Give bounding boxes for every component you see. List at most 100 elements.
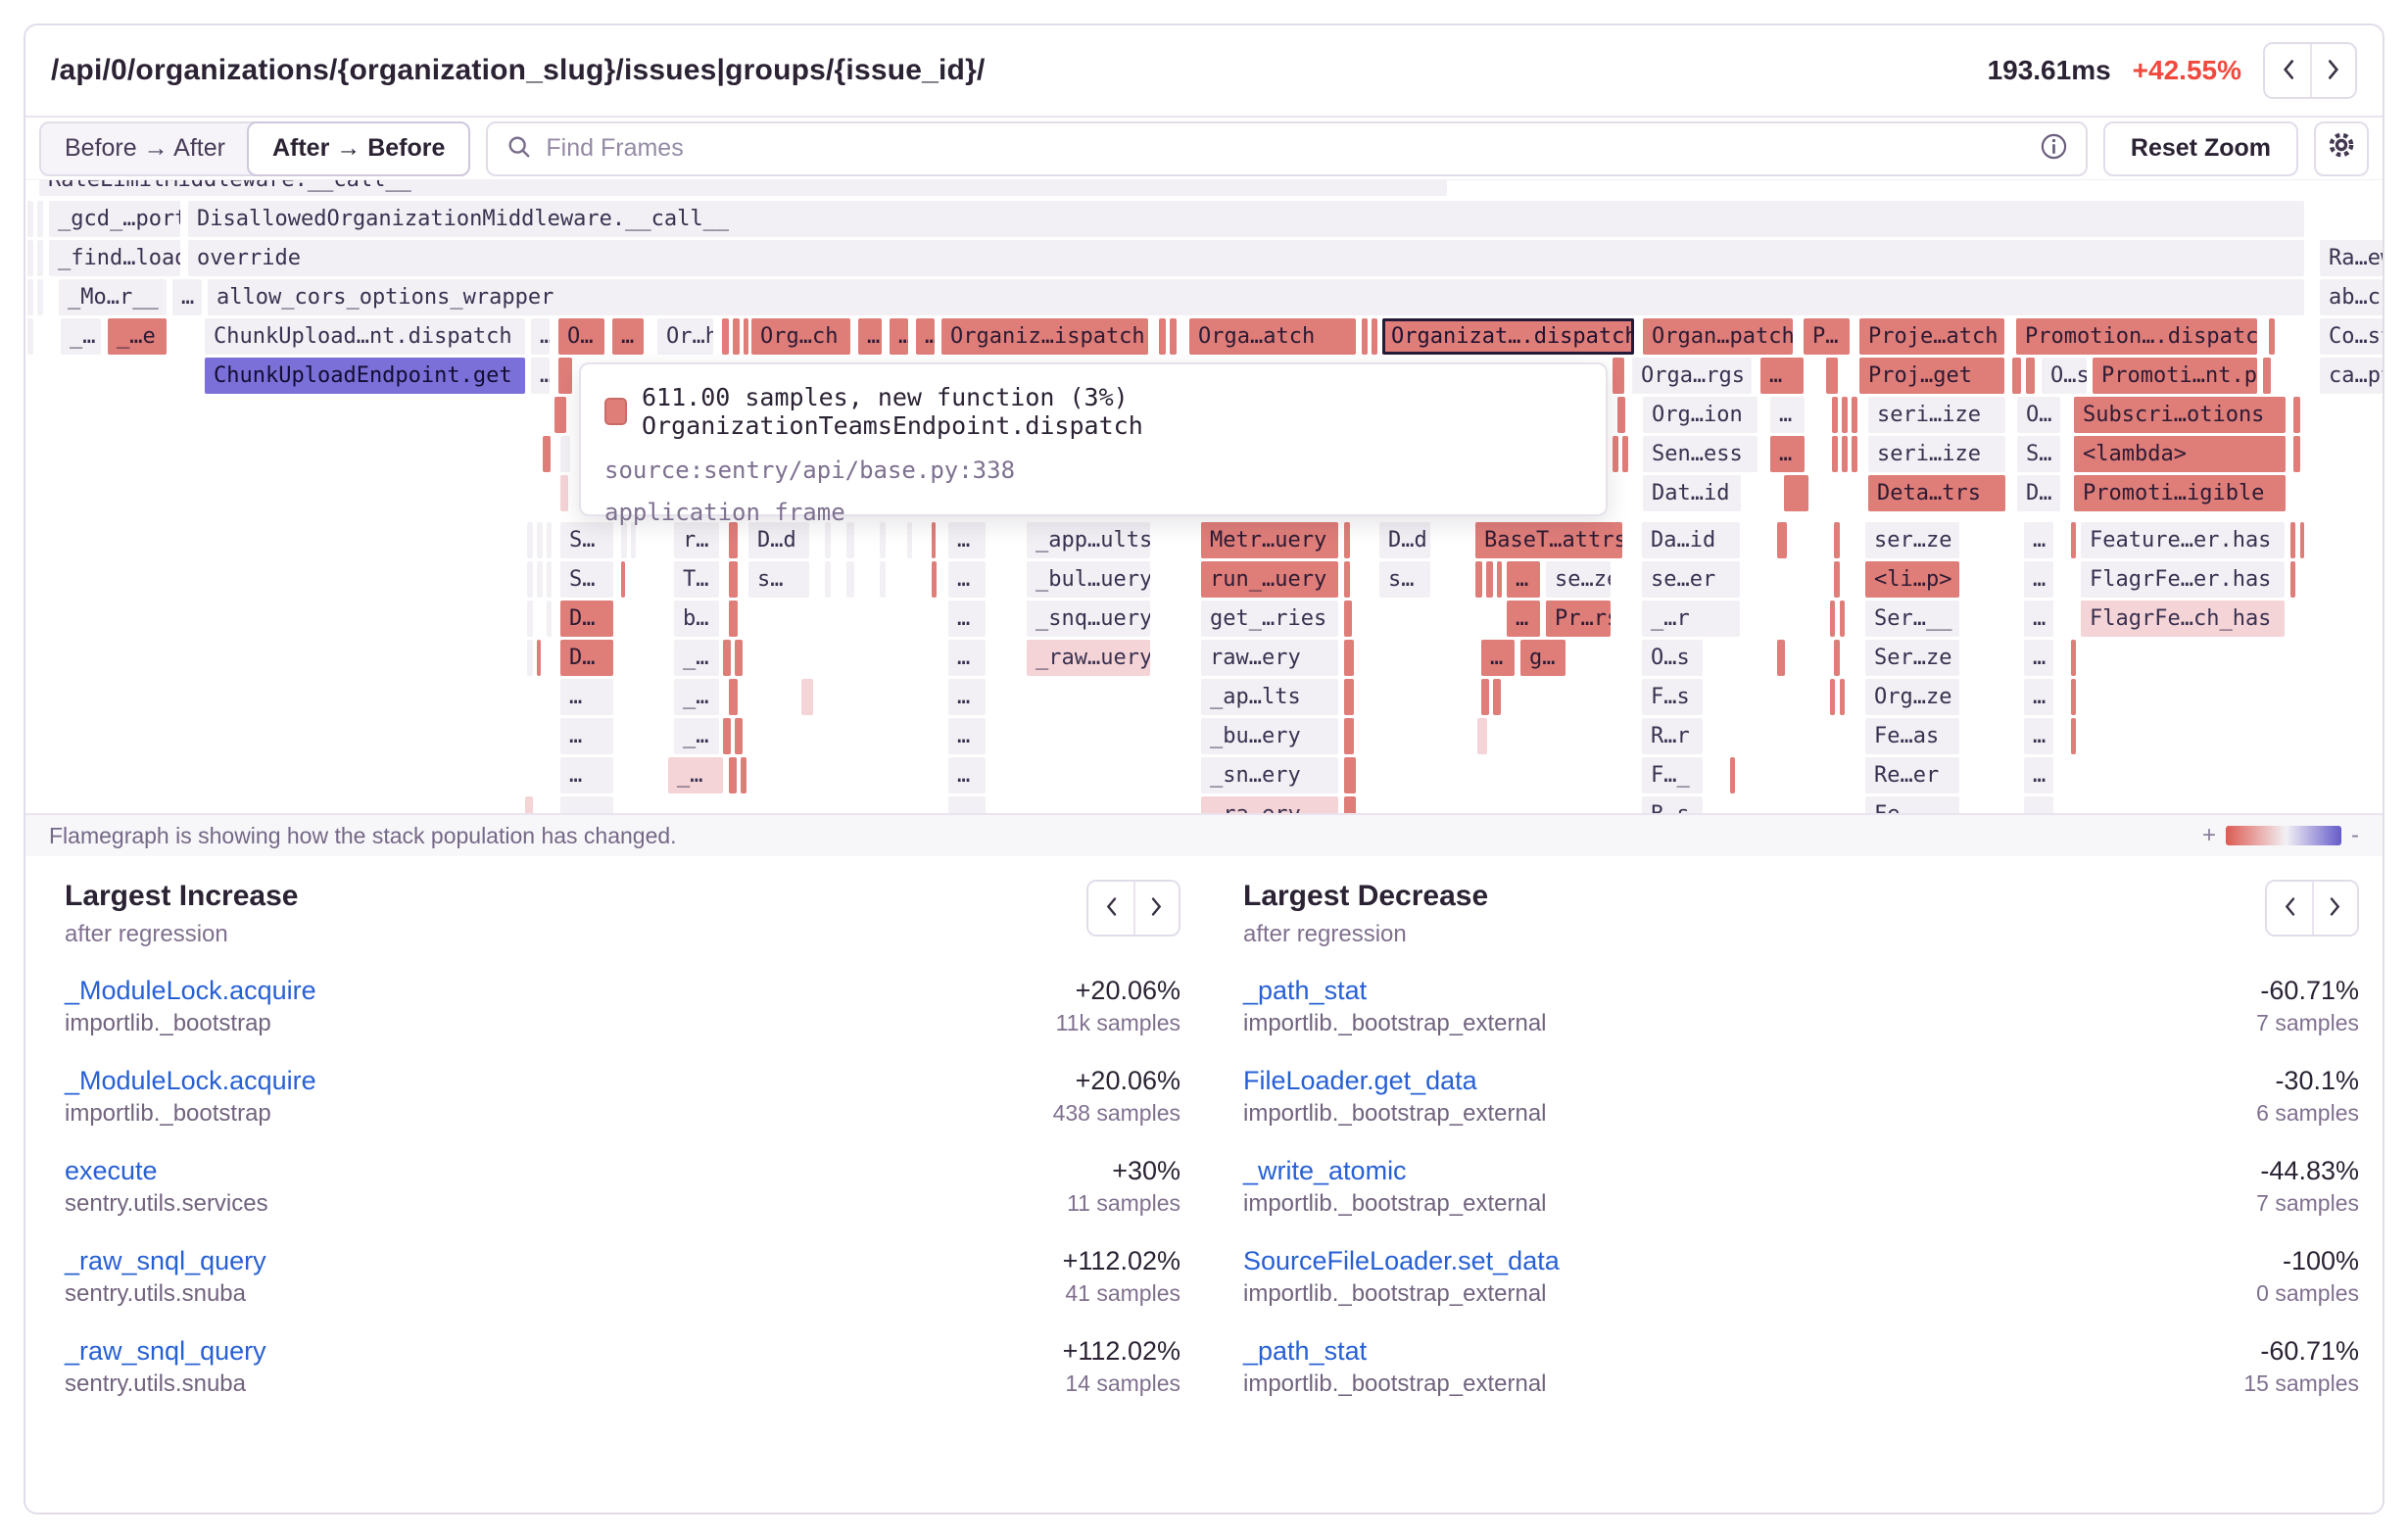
flame-frame[interactable] [1344, 640, 1354, 676]
flame-frame[interactable] [2300, 522, 2304, 558]
flame-frame[interactable]: <lambda> [2074, 436, 2286, 472]
next-button[interactable] [2310, 44, 2355, 97]
flame-frame[interactable] [741, 757, 746, 793]
flame-frame[interactable] [1344, 718, 1354, 754]
flame-frame[interactable]: Or…h [657, 318, 713, 355]
flame-frame[interactable] [547, 522, 552, 558]
flame-frame[interactable]: … [948, 522, 986, 558]
flame-frame[interactable]: Metr…uery [1201, 522, 1338, 558]
flame-frame[interactable] [729, 601, 738, 637]
flame-frame[interactable] [1730, 757, 1735, 793]
flame-frame[interactable]: Subscri…otions [2074, 397, 2286, 433]
flame-frame[interactable] [1613, 358, 1624, 394]
flame-frame[interactable]: … [1760, 358, 1804, 394]
flame-frame[interactable]: _bul…uery [1027, 561, 1150, 598]
flame-frame[interactable] [37, 201, 43, 237]
flame-frame[interactable]: Org…ch [751, 318, 850, 355]
flame-frame[interactable]: … [948, 796, 986, 813]
frame-link[interactable]: _write_atomic [1243, 1156, 1407, 1185]
flame-frame[interactable] [729, 757, 737, 793]
flame-frame[interactable] [735, 640, 743, 676]
flame-frame[interactable]: Proje…atch [1859, 318, 2004, 355]
flame-frame[interactable] [37, 240, 43, 276]
flame-frame[interactable] [1852, 397, 1857, 433]
flame-frame[interactable] [1777, 640, 1785, 676]
flame-frame[interactable] [1497, 561, 1502, 598]
frame-link[interactable]: _raw_snql_query [65, 1246, 266, 1275]
flame-frame[interactable] [2293, 397, 2300, 433]
flame-frame[interactable]: … [1481, 640, 1515, 676]
flame-frame[interactable] [735, 718, 743, 754]
flame-frame[interactable]: O… [2017, 397, 2060, 433]
flame-frame[interactable] [27, 201, 33, 237]
flame-frame[interactable] [2071, 640, 2076, 676]
flame-frame[interactable]: FlagrFe…er.has [2081, 561, 2285, 598]
flame-frame[interactable] [1832, 436, 1838, 472]
flame-frame[interactable] [1344, 757, 1356, 793]
flame-frame[interactable]: Ser…ze [1865, 640, 1959, 676]
frame-link[interactable]: _raw_snql_query [65, 1336, 266, 1366]
flame-frame[interactable] [1830, 601, 1835, 637]
flame-frame[interactable] [525, 796, 533, 813]
flame-frame[interactable]: override [188, 240, 2304, 276]
flame-frame[interactable] [1834, 561, 1840, 598]
flame-frame[interactable]: raw…ery [1201, 640, 1338, 676]
flame-frame[interactable]: … [2024, 796, 2053, 813]
flame-frame[interactable] [1834, 522, 1840, 558]
flame-frame[interactable] [2071, 679, 2076, 715]
flame-frame[interactable]: … [2024, 757, 2053, 793]
flame-frame[interactable]: … [1507, 601, 1540, 637]
flame-frame[interactable]: R…r [1642, 718, 1703, 754]
flame-frame[interactable]: _… [674, 640, 719, 676]
flame-frame[interactable] [825, 561, 831, 598]
flame-frame[interactable] [560, 475, 568, 511]
flame-frame[interactable]: ChunkUploadEndpoint.get [205, 358, 525, 394]
flame-frame[interactable]: … [2024, 679, 2053, 715]
flame-frame[interactable]: Re…er [1865, 757, 1959, 793]
flame-frame[interactable] [932, 561, 937, 598]
find-frames-search[interactable] [486, 121, 2088, 176]
flame-frame[interactable]: … [2024, 601, 2053, 637]
flame-frame[interactable]: Fe…__ [1865, 796, 1959, 813]
flame-frame[interactable]: Ra…ew [2320, 240, 2383, 276]
flame-frame[interactable]: … [531, 358, 550, 394]
flame-frame[interactable] [907, 522, 912, 558]
flame-frame[interactable]: Organiz…ispatch [941, 318, 1148, 355]
flame-frame[interactable]: P… [1804, 318, 1850, 355]
flame-frame[interactable]: … [890, 318, 908, 355]
frame-link[interactable]: _ModuleLock.acquire [65, 1066, 316, 1095]
flame-frame[interactable] [543, 436, 551, 472]
flame-frame[interactable]: … [2024, 561, 2053, 598]
flame-frame[interactable]: … [531, 318, 550, 355]
flame-frame[interactable]: Deta…trs [1868, 475, 2005, 511]
flame-frame[interactable] [547, 601, 552, 637]
flame-frame[interactable] [729, 561, 738, 598]
flame-frame[interactable]: F…_ [1642, 757, 1703, 793]
search-input[interactable] [546, 134, 2026, 163]
flame-frame[interactable]: … [858, 318, 882, 355]
flame-frame[interactable] [27, 279, 33, 315]
flame-frame[interactable] [560, 436, 570, 472]
flame-frame[interactable] [2290, 561, 2295, 598]
info-icon[interactable] [2040, 132, 2068, 166]
flame-frame[interactable] [621, 561, 625, 598]
frame-link[interactable]: _path_stat [1243, 1336, 1367, 1366]
flame-frame[interactable] [37, 279, 43, 315]
flame-frame[interactable]: Sen…ess [1643, 436, 1758, 472]
toggle-before-after[interactable]: Before → After [41, 123, 249, 174]
flame-frame[interactable]: O…s [2042, 358, 2087, 394]
flame-frame[interactable] [880, 561, 886, 598]
flame-frame[interactable]: S… [560, 561, 613, 598]
flame-frame[interactable] [1852, 436, 1857, 472]
flame-frame[interactable]: … [1770, 397, 1805, 433]
increase-next-button[interactable] [1133, 882, 1179, 935]
flame-frame[interactable] [1840, 679, 1845, 715]
toggle-after-before[interactable]: After → Before [247, 121, 470, 176]
flame-frame[interactable]: Promoti…nt.post [2093, 358, 2257, 394]
flame-frame[interactable]: Orga…rgs [1632, 358, 1752, 394]
flame-frame[interactable] [27, 318, 33, 355]
flame-frame[interactable] [1784, 475, 1808, 511]
flame-frame[interactable] [2293, 436, 2300, 472]
flame-frame[interactable]: DisallowedOrganizationMiddleware.__call_… [188, 201, 2304, 237]
flame-frame[interactable]: … [2024, 640, 2053, 676]
